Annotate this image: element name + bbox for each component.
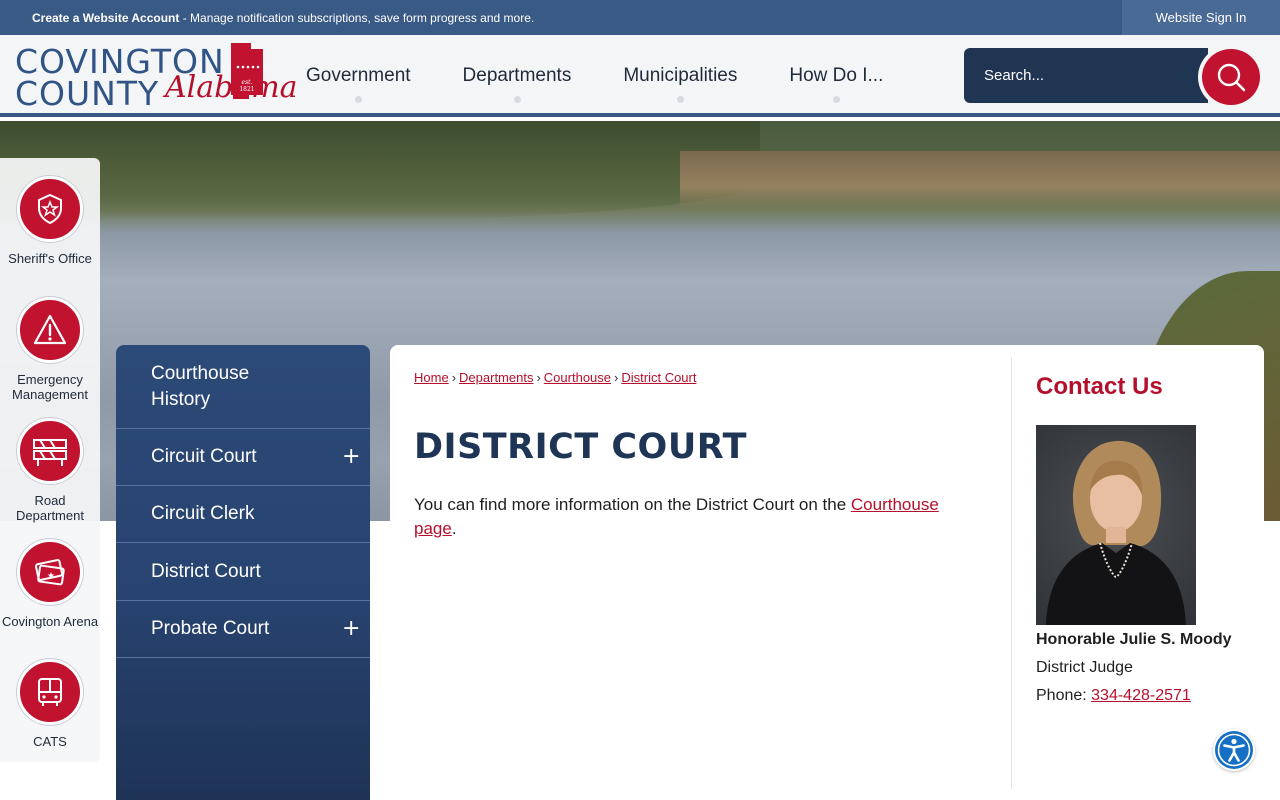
nav-how-do-i[interactable]: How Do I... [763,35,909,117]
tickets-icon [34,559,65,586]
contact-role: District Judge [1036,659,1133,676]
section-side-nav: Courthouse History Circuit Court + Circu… [116,345,370,800]
hero-marsh [680,151,1280,211]
search-input[interactable] [964,48,1184,103]
column-divider [1011,357,1012,789]
contact-phone: Phone: 334-428-2571 [1036,687,1191,705]
main-content-card: Home › Departments › Courthouse › District Cou… [390,345,1264,800]
sidenav-label: District Court [151,560,261,582]
quicklink-label: CATS [33,734,67,749]
main-nav: Government Departments Municipalities Ho… [280,35,909,117]
sidenav-label: Probate Court [151,618,270,639]
logo-year: 1821 [239,86,254,93]
sidenav-label: Courthouse History [151,362,250,410]
contact-name: Honorable Julie S. Moody [1036,631,1232,648]
judge-portrait [1036,425,1196,625]
nav-label: Government [306,65,411,86]
search-box [964,48,1208,103]
website-sign-in-button[interactable]: Website Sign In [1122,0,1280,35]
nav-label: Departments [462,65,572,86]
page-title: DISTRICT COURT [414,427,747,467]
account-notice-text: - Manage notification subscriptions, sav… [179,10,535,25]
portrait-illustration [1046,440,1186,625]
quicklink-label: Road Department [16,493,84,523]
nav-municipalities[interactable]: Municipalities [597,35,763,117]
expand-plus-icon[interactable]: + [342,618,360,640]
account-notice: Create a Website Account - Manage notifi… [0,11,534,25]
search-icon [1217,63,1246,92]
breadcrumb-separator: › [614,370,619,385]
breadcrumb: Home › Departments › Courthouse › District Cou… [414,370,696,385]
quicklink-circle [17,176,83,242]
logo-line-county: COUNTY [15,74,160,113]
sidenav-circuit-clerk[interactable]: Circuit Clerk [116,486,370,543]
quick-links-rail: Sheriff's Office Emergency Management Ro… [0,158,100,762]
create-account-link[interactable]: Create a Website Account [32,11,179,25]
sidenav-label: Circuit Court [151,446,257,467]
breadcrumb-home[interactable]: Home [414,370,449,385]
accessibility-button[interactable] [1213,729,1255,771]
logo-est: est. [242,79,253,86]
quicklink-road-department[interactable]: Road Department [0,418,100,523]
nav-indicator-dot [355,96,363,103]
breadcrumb-separator: › [451,370,457,385]
nav-indicator-dot [513,96,521,103]
sidenav-probate-court[interactable]: Probate Court + [116,601,370,658]
quicklink-circle [17,297,83,363]
accessibility-icon [1215,731,1253,769]
quicklink-cats[interactable]: CATS [0,659,100,749]
sidenav-district-court[interactable]: District Court [116,543,370,601]
nav-departments[interactable]: Departments [437,35,598,117]
contact-us-heading: Contact Us [1036,373,1163,400]
nav-label: How Do I... [789,65,884,86]
sidenav-courthouse-history[interactable]: Courthouse History [116,345,370,429]
site-header: COVINGTON COUNTY Alabama est. 1821 Gover… [0,35,1280,117]
quicklink-covington-arena[interactable]: Covington Arena [0,539,100,629]
nav-label: Municipalities [623,65,738,86]
alabama-state-icon: est. 1821 [231,43,263,99]
road-barrier-icon [33,439,67,466]
phone-link[interactable]: 334-428-2571 [1091,687,1191,704]
quicklink-label: Sheriff's Office [8,251,92,266]
breadcrumb-courthouse[interactable]: Courthouse [544,370,611,385]
breadcrumb-departments[interactable]: Departments [459,370,533,385]
hero-treeline [0,121,760,221]
quicklink-label: Emergency Management [12,372,88,402]
phone-label: Phone: [1036,687,1092,704]
body-text-suffix: . [451,519,457,538]
breadcrumb-separator: › [536,370,541,385]
page-body-text: You can find more information on the Dis… [414,493,974,541]
quicklink-label: Covington Arena [1,614,99,629]
nav-indicator-dot [833,96,841,103]
quicklink-circle [17,539,83,605]
nav-indicator-dot [677,96,685,103]
quicklink-circle [17,418,83,484]
top-bar: Create a Website Account - Manage notifi… [0,0,1280,35]
search-button[interactable] [1198,45,1264,109]
quicklink-emergency-management[interactable]: Emergency Management [0,297,100,402]
quicklink-circle [17,659,83,725]
county-logo[interactable]: COVINGTON COUNTY Alabama est. 1821 [15,43,298,113]
expand-plus-icon[interactable]: + [342,446,360,468]
sheriff-badge-icon [38,193,62,225]
body-text-prefix: You can find more information on the Dis… [414,495,851,514]
nav-government[interactable]: Government [280,35,437,117]
warning-icon [33,314,67,345]
quicklink-sheriffs-office[interactable]: Sheriff's Office [0,176,100,266]
breadcrumb-district-court[interactable]: District Court [621,370,696,385]
sidenav-label: Circuit Clerk [151,503,255,524]
bus-icon [38,678,62,706]
sidenav-circuit-court[interactable]: Circuit Court + [116,429,370,486]
